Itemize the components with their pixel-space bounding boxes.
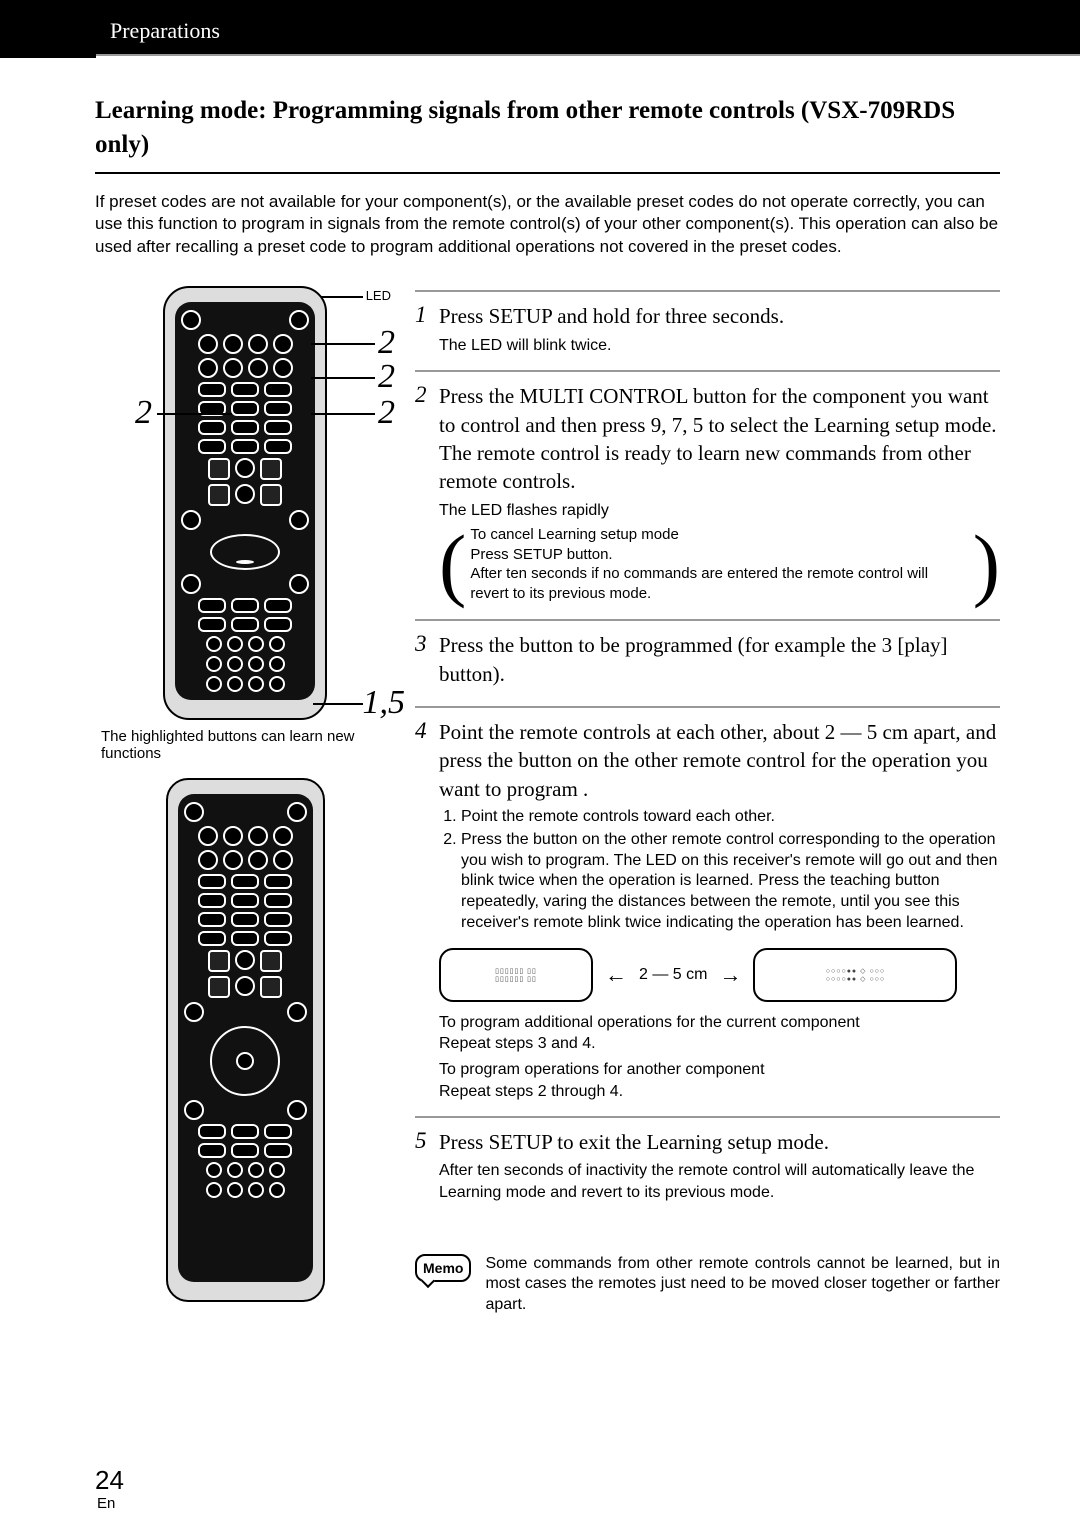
led-leader-line: [319, 296, 363, 298]
step-1: 1 Press SETUP and hold for three seconds…: [415, 290, 1000, 356]
memo-label: Memo: [423, 1260, 463, 1276]
cancel-note: ( To cancel Learning setup mode Press SE…: [439, 525, 1000, 603]
step-sub: The LED will blink twice.: [439, 335, 1000, 357]
page-number: 24: [95, 1465, 124, 1496]
step-number: 4: [415, 718, 439, 743]
callout-r2: 2: [378, 358, 395, 396]
list-item: Press the button on the other remote con…: [461, 830, 1000, 934]
cancel-title: To cancel Learning setup mode: [470, 525, 968, 545]
cancel-line: Press SETUP button.: [470, 545, 968, 565]
highlighted-caption: The highlighted buttons can learn new fu…: [95, 728, 395, 762]
step-title: Press the MULTI CONTROL button for the c…: [439, 382, 1000, 495]
distance-label: 2 — 5 cm: [639, 966, 707, 984]
mini-remote-left-icon: ▯▯▯▯▯▯ ▯▯▯▯▯▯▯▯ ▯▯: [439, 948, 593, 1002]
intro-text: If preset codes are not available for yo…: [95, 191, 1000, 260]
callout-r1: 2: [378, 324, 395, 362]
page-lang: En: [97, 1495, 115, 1512]
right-paren-icon: ): [973, 534, 1000, 594]
step-title: Press the button to be programmed (for e…: [439, 631, 1000, 688]
right-column: 1 Press SETUP and hold for three seconds…: [415, 276, 1000, 1316]
step-number: 3: [415, 631, 439, 656]
step-2: 2 Press the MULTI CONTROL button for the…: [415, 370, 1000, 605]
remote-illustration-top: [163, 286, 327, 720]
extra-note-body: Repeat steps 2 through 4.: [439, 1081, 1000, 1103]
step-sub: After ten seconds of inactivity the remo…: [439, 1160, 1000, 1203]
step-title: Press SETUP and hold for three seconds.: [439, 302, 1000, 330]
left-column: LED: [95, 276, 395, 1316]
memo-block: Memo Some commands from other remote con…: [415, 1254, 1000, 1316]
step-3: 3 Press the button to be programmed (for…: [415, 619, 1000, 692]
extra-note-body: Repeat steps 3 and 4.: [439, 1033, 1000, 1055]
cancel-line: After ten seconds if no commands are ent…: [470, 564, 968, 603]
step-title: Point the remote controls at each other,…: [439, 718, 1000, 803]
callout-left: 2: [135, 394, 152, 432]
led-label: LED: [366, 288, 391, 303]
step-5: 5 Press SETUP to exit the Learning setup…: [415, 1116, 1000, 1204]
arrow-left-icon: ←: [605, 962, 627, 988]
extra-note-title: To program additional operations for the…: [439, 1012, 1000, 1034]
extra-note-title: To program operations for another compon…: [439, 1059, 1000, 1081]
step-sub: The LED flashes rapidly: [439, 500, 1000, 522]
pairing-diagram: ▯▯▯▯▯▯ ▯▯▯▯▯▯▯▯ ▯▯ ← 2 — 5 cm → ○○○○●● ◇…: [439, 948, 1000, 1002]
remote-illustration-bottom: [166, 778, 325, 1302]
chapter-header: Preparations: [0, 0, 1080, 56]
chapter-header-text: Preparations: [110, 18, 220, 43]
mini-remote-right-icon: ○○○○●● ◇ ○○○○○○○●● ◇ ○○○: [753, 948, 957, 1002]
callout-bottom: 1,5: [363, 684, 406, 722]
callout-r3: 2: [378, 394, 395, 432]
step-4-list: Point the remote controls toward each ot…: [439, 807, 1000, 934]
section-title: Learning mode: Programming signals from …: [95, 94, 1000, 162]
step-number: 2: [415, 382, 439, 407]
step-number: 1: [415, 302, 439, 327]
list-item: Point the remote controls toward each ot…: [461, 807, 1000, 828]
memo-icon: Memo: [415, 1254, 471, 1282]
arrow-right-icon: →: [719, 962, 741, 988]
left-paren-icon: (: [439, 534, 466, 594]
step-number: 5: [415, 1128, 439, 1153]
memo-text: Some commands from other remote controls…: [485, 1254, 1000, 1316]
step-title: Press SETUP to exit the Learning setup m…: [439, 1128, 1000, 1156]
step-4: 4 Point the remote controls at each othe…: [415, 706, 1000, 1102]
divider: [95, 172, 1000, 174]
